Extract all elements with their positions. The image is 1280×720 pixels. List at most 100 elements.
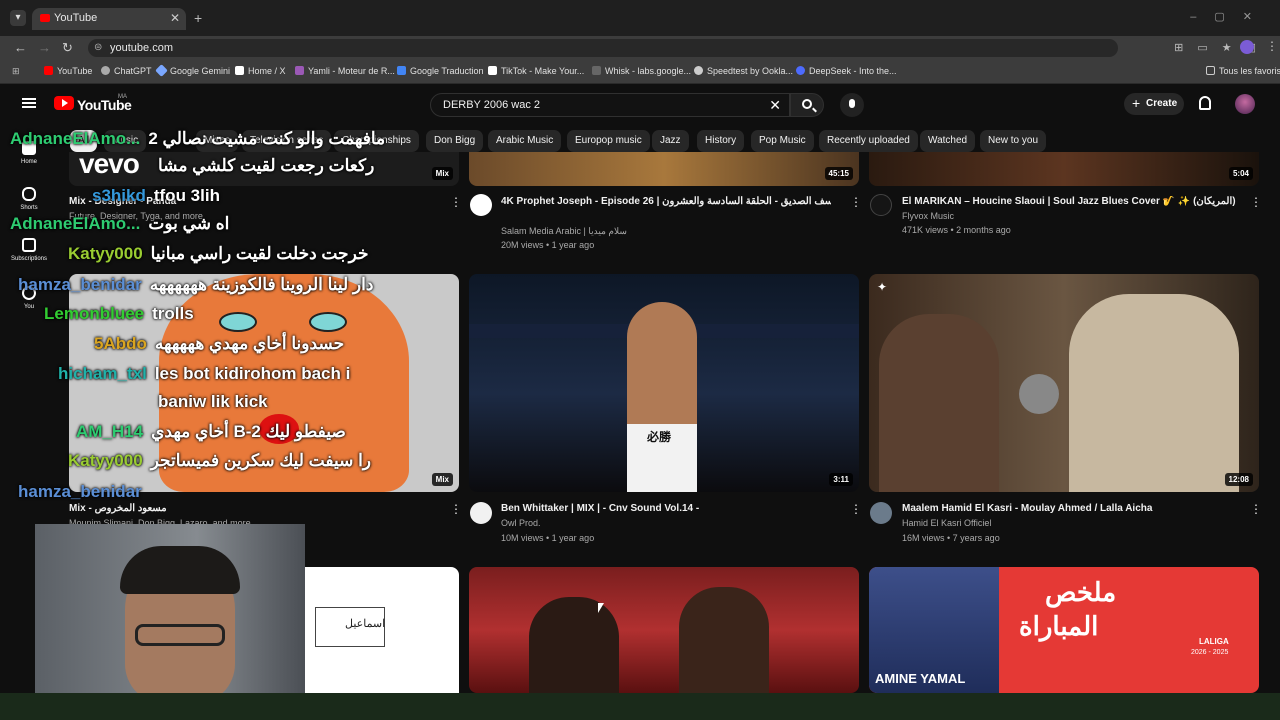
player-name: AMINE YAMAL	[875, 671, 966, 686]
chat-text: اه شي بوت	[148, 214, 230, 233]
video-thumbnail[interactable]: 45:15	[469, 152, 859, 186]
whisk-icon	[592, 66, 601, 75]
bookmark-label: Google Gemini	[170, 66, 231, 76]
avatar[interactable]	[1235, 94, 1255, 114]
video-channel[interactable]: Salam Media Arabic | سلام ميديا	[501, 226, 627, 237]
video-channel[interactable]: Owl Prod.	[501, 518, 541, 528]
chat-message: hicham_txl les bot kidirohom bach i	[58, 364, 350, 384]
bookmark-translate[interactable]: Google Traduction	[397, 66, 484, 76]
channel-avatar[interactable]	[470, 194, 492, 216]
new-tab-button[interactable]: +	[194, 10, 202, 26]
video-thumbnail[interactable]: 5:04	[869, 152, 1259, 186]
forward-icon[interactable]: →	[38, 40, 51, 55]
plus-icon: +	[1132, 95, 1141, 111]
chip-don-bigg[interactable]: Don Bigg	[426, 130, 484, 152]
video-thumbnail[interactable]	[469, 567, 859, 693]
chip-pop-music[interactable]: Pop Music	[751, 130, 814, 152]
chat-message: Lemonbluee trolls	[44, 304, 194, 324]
chat-text: baniw lik kick	[158, 392, 268, 411]
chip-arabic-music[interactable]: Arabic Music	[488, 130, 562, 152]
create-button[interactable]: + Create	[1124, 93, 1184, 115]
video-title[interactable]: Maalem Hamid El Kasri - Moulay Ahmed / L…	[902, 503, 1237, 514]
profile-icon[interactable]	[1240, 40, 1254, 54]
search-query[interactable]: DERBY 2006 wac 2	[443, 99, 540, 111]
streamer-glasses	[135, 624, 225, 646]
more-actions-icon[interactable]: ⋮	[850, 195, 862, 209]
extension-icons[interactable]: ⊞▭★◧	[1174, 41, 1270, 54]
youtube-logo-icon[interactable]	[54, 96, 74, 110]
clear-search-icon[interactable]: ✕	[769, 97, 781, 114]
back-icon[interactable]: ←	[14, 40, 27, 55]
video-title[interactable]: El MARIKAN – Houcine Slaoui | Soul Jazz …	[902, 196, 1237, 207]
video-thumbnail[interactable]: اسماعيل	[305, 567, 459, 693]
chat-username: AdnaneElAmo...	[10, 214, 141, 233]
chip-europop-music[interactable]: Europop music	[567, 130, 650, 152]
chip-jazz[interactable]: Jazz	[652, 130, 689, 152]
bookmark-label: TikTok - Make Your...	[501, 66, 585, 76]
bookmark-deepseek[interactable]: DeepSeek - Into the...	[796, 66, 897, 76]
reload-icon[interactable]: ↻	[62, 40, 73, 56]
more-actions-icon[interactable]: ⋮	[1250, 502, 1262, 516]
url-text[interactable]: youtube.com	[110, 42, 173, 54]
chip-watched[interactable]: Watched	[920, 130, 976, 152]
browser-tab[interactable]: YouTube ✕	[32, 8, 186, 30]
chat-username: AM_H14	[76, 422, 144, 441]
chat-text: دار لينا الروينا فالكوزينة ههههههه	[149, 275, 374, 294]
voice-search-icon[interactable]	[840, 93, 864, 117]
bookmark-whisk[interactable]: Whisk - labs.google...	[592, 66, 691, 76]
site-info-icon[interactable]: ⊜	[94, 42, 102, 53]
bookmark-tiktok[interactable]: TikTok - Make Your...	[488, 66, 584, 76]
region-code: MA	[118, 94, 127, 100]
mouse-cursor-icon	[598, 603, 604, 613]
video-meta: 20M views • 1 year ago	[501, 240, 595, 250]
bookmark-gemini[interactable]: Google Gemini	[155, 64, 231, 77]
singer	[529, 597, 619, 693]
channel-avatar[interactable]	[870, 502, 892, 524]
video-thumbnail[interactable]: ملخص المباراة LALIGA 2026 - 2025 AMINE Y…	[869, 567, 1259, 693]
close-tab-icon[interactable]: ✕	[170, 11, 180, 25]
chip-history[interactable]: History	[697, 130, 745, 152]
video-thumbnail[interactable]: ✦ 12:08	[869, 274, 1259, 492]
search-input[interactable]: DERBY 2006 wac 2 ✕	[430, 93, 790, 117]
chip-recently-uploaded[interactable]: Recently uploaded	[819, 130, 918, 152]
browser-tab-bar: ▾ YouTube ✕ + –▢✕	[0, 0, 1280, 36]
chip-new-to-you[interactable]: New to you	[980, 130, 1047, 152]
bookmarks-bar: ⊞ YouTube ChatGPT Google Gemini Home / X…	[0, 60, 1280, 84]
more-actions-icon[interactable]: ⋮	[450, 195, 462, 209]
menu-icon[interactable]	[22, 98, 36, 108]
mix-badge: Mix	[431, 167, 453, 180]
more-actions-icon[interactable]: ⋮	[850, 502, 862, 516]
summary-text: ملخص	[1045, 577, 1117, 607]
browser-menu-icon[interactable]: ⋮	[1266, 39, 1278, 53]
channel-avatar[interactable]	[470, 502, 492, 524]
window-controls[interactable]: –▢✕	[1190, 10, 1270, 23]
bookmark-x[interactable]: Home / X	[235, 66, 286, 76]
bookmark-chatgpt[interactable]: ChatGPT	[101, 66, 152, 76]
bookmark-youtube[interactable]: YouTube	[44, 66, 92, 76]
video-channel[interactable]: Flyvox Music	[902, 211, 954, 221]
folder-icon	[1206, 66, 1215, 75]
chat-text: trolls	[152, 304, 194, 323]
video-thumbnail[interactable]: 必勝 3:11	[469, 274, 859, 492]
bookmark-yamli[interactable]: Yamli - Moteur de R...	[295, 66, 395, 76]
webcam-overlay	[35, 524, 305, 720]
video-channel[interactable]: Hamid El Kasri Officiel	[902, 518, 991, 528]
all-bookmarks[interactable]: Tous les favoris	[1206, 66, 1280, 76]
more-actions-icon[interactable]: ⋮	[450, 502, 462, 516]
video-title[interactable]: 4K Prophet Joseph - Episode 26 | مسلسل ا…	[501, 196, 831, 207]
more-actions-icon[interactable]: ⋮	[1250, 195, 1262, 209]
bookmark-speedtest[interactable]: Speedtest by Ookla...	[694, 66, 793, 76]
chat-message: baniw lik kick	[158, 392, 268, 412]
url-bar[interactable]: ⊜ youtube.com	[88, 39, 1118, 57]
musician-right	[1069, 294, 1239, 492]
chat-username: hamza_benidar	[18, 482, 142, 501]
chat-text: ركعات رجعت لقيت كلشي مشا	[158, 156, 375, 175]
video-title[interactable]: Ben Whittaker | MIX | - Cnv Sound Vol.14…	[501, 503, 831, 514]
tab-search-button[interactable]: ▾	[10, 10, 26, 26]
notifications-icon[interactable]	[1199, 96, 1211, 110]
bookmark-label: ChatGPT	[114, 66, 152, 76]
chatgpt-icon	[101, 66, 110, 75]
search-button[interactable]	[790, 93, 824, 117]
apps-icon[interactable]: ⊞	[12, 66, 20, 77]
channel-avatar[interactable]	[870, 194, 892, 216]
